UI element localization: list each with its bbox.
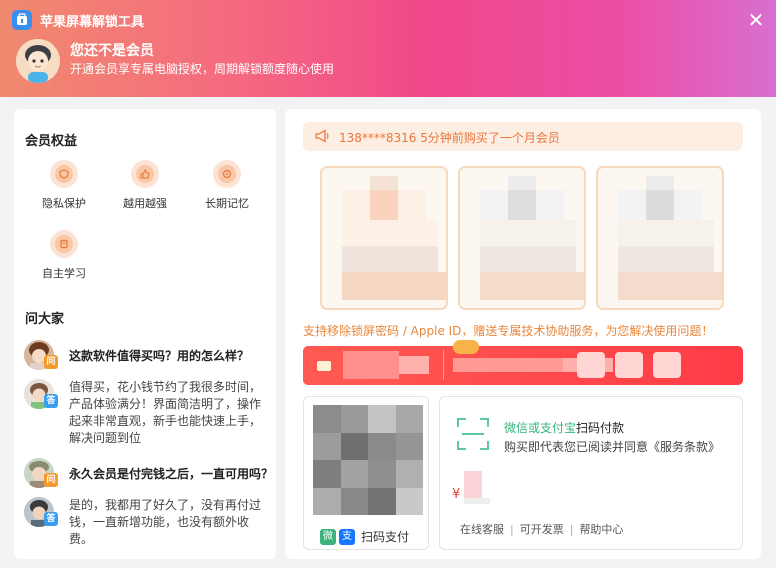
pay-method-text: 微信或支付宝扫码付款 [504,419,624,436]
memory-icon [218,165,236,183]
benefits-title: 会员权益 [25,134,78,149]
question-badge: 问 [44,355,58,369]
qa-question: 永久会员是付完钱之后，一直可用吗？ [69,467,274,481]
agreement-text[interactable]: 购买即代表您已阅读并同意《服务条款》 [504,438,720,455]
qa-question: 这款软件值得买吗？用的怎么样？ [69,349,250,363]
qa-title: 问大家 [25,312,65,327]
link-help-center[interactable]: 帮助中心 [579,523,623,536]
plan-card-2[interactable] [458,166,586,310]
pay-method-rest: 扫码付款 [576,421,625,435]
alipay-icon: 支 [339,528,355,545]
scan-pay-row: 微 支 扫码支付 [320,528,409,545]
close-button[interactable]: ✕ [744,8,768,32]
app-title: 苹果屏幕解锁工具 [40,15,145,30]
benefit-label: 自主学习 [42,267,86,280]
notice-text: 138****8316 5分钟前购买了一个月会员 [339,131,560,145]
support-text: 支持移除锁屏密码 / Apple ID，赠送专属技术协助服务，为您解决使用问题！ [303,324,714,338]
benefit-label: 越用越强 [123,197,167,210]
benefit-label: 隐私保护 [42,197,86,210]
link-invoice[interactable]: 可开发票 [520,523,564,536]
benefit-label: 长期记忆 [205,197,249,210]
header-banner: 苹果屏幕解锁工具 ✕ 您还不是会员 开通会员享专属电脑授权，周期解锁额度随心使用 [0,0,776,97]
payment-info-box: 微信或支付宝扫码付款 购买即代表您已阅读并同意《服务条款》 ¥ 在线客服 | 可开发… [439,396,743,550]
benefit-memory: 长期记忆 [197,160,257,211]
user-avatar [16,39,60,83]
book-icon [55,235,73,253]
currency-symbol: ¥ [452,487,461,502]
plan-card-3[interactable] [596,166,724,310]
user-status-desc: 开通会员享专属电脑授权，周期解锁额度随心使用 [70,62,335,76]
wechat-pay-icon: 微 [320,528,336,545]
footer-links: 在线客服 | 可开发票 | 帮助中心 [460,523,624,536]
qr-payment-box: 微 支 扫码支付 [303,396,429,550]
qa-answer: 值得买，花小钱节约了我很多时间，产品体验满分！界面简洁明了，操作起来非常直观，新… [69,380,262,445]
app-logo-icon [12,10,32,30]
question-badge: 问 [44,473,58,487]
pay-method-highlight: 微信或支付宝 [504,421,577,435]
qa-answer: 是的，我都用了好久了，没有再付过钱，一直新增功能，也没有额外收费。 [69,498,262,546]
price-value [464,471,482,501]
benefit-privacy: 隐私保护 [34,160,94,211]
buy-now-button[interactable] [303,340,743,385]
user-status-title: 您还不是会员 [70,43,154,59]
benefit-stronger: 越用越强 [115,160,175,211]
qr-code [313,405,423,515]
answer-badge: 答 [44,394,58,408]
benefit-learning: 自主学习 [34,230,94,281]
left-panel: 会员权益 隐私保护 越用越强 长期记忆 自主学习 问大家 问 这款软件值得买吗？… [14,109,276,559]
scan-pay-label: 扫码支付 [361,530,410,544]
plan-card-1[interactable] [320,166,448,310]
thumb-up-icon [136,165,154,183]
right-panel: 138****8316 5分钟前购买了一个月会员 支持移除锁屏密码 / Appl… [285,109,761,559]
shield-icon [55,165,73,183]
purchase-notice: 138****8316 5分钟前购买了一个月会员 [303,122,743,151]
link-online-service[interactable]: 在线客服 [460,523,504,536]
answer-badge: 答 [44,512,58,526]
scan-frame-icon [457,418,489,450]
megaphone-icon [315,129,329,143]
